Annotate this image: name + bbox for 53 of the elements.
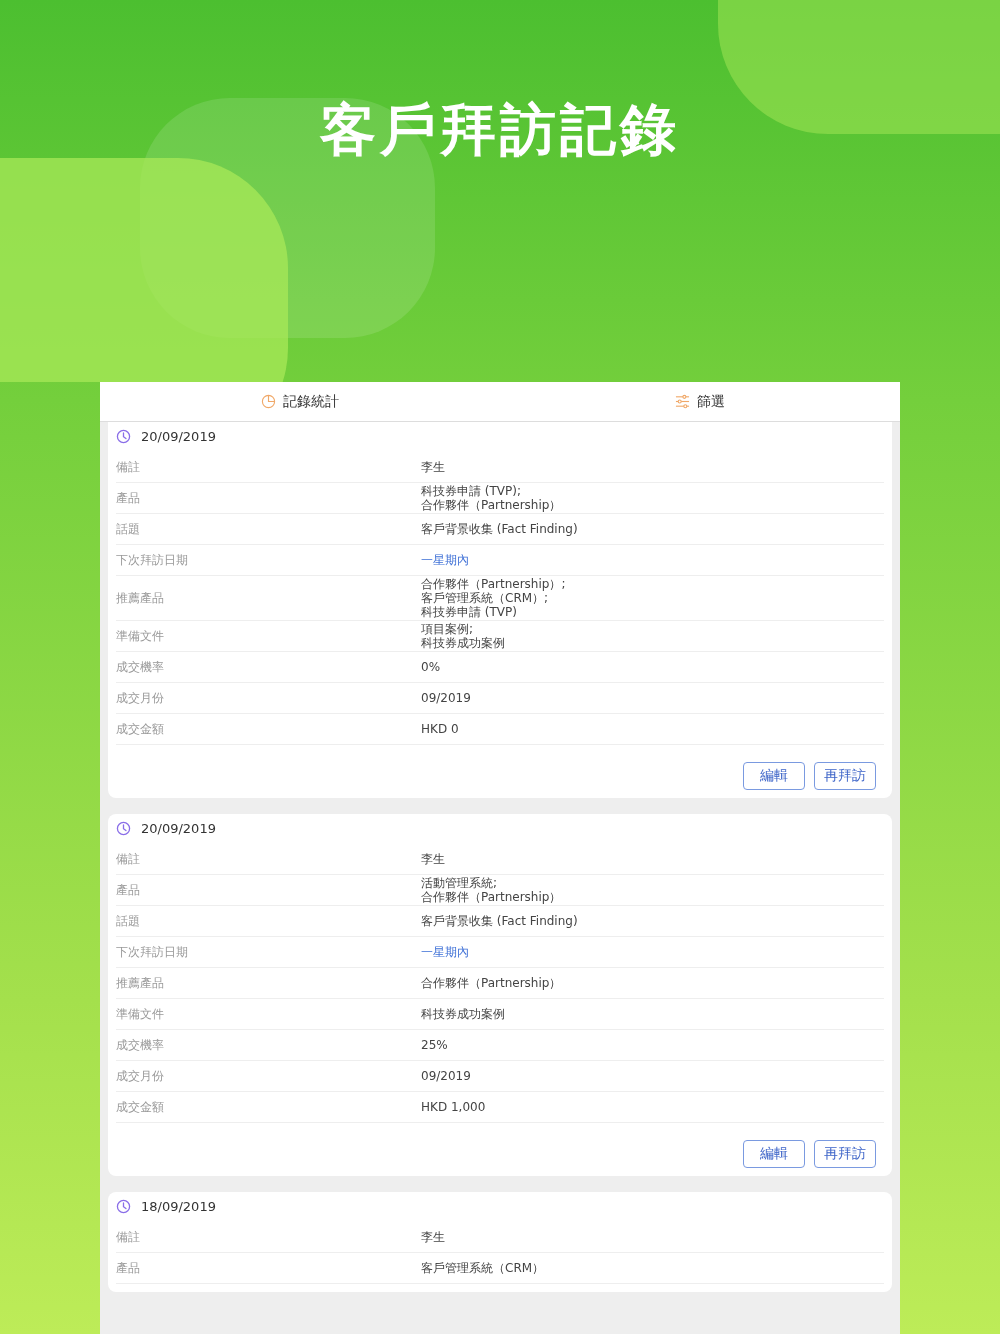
action-button[interactable]: 編輯 — [743, 762, 805, 790]
field-label: 產品 — [116, 491, 141, 505]
field-value: 科技券申請 (TVP); 合作夥伴（Partnership） — [421, 484, 562, 512]
clock-icon — [116, 820, 131, 836]
field-value: 李生 — [421, 460, 445, 474]
action-button[interactable]: 再拜訪 — [814, 1140, 876, 1168]
field-label: 準備文件 — [116, 629, 165, 643]
field-value: HKD 0 — [421, 722, 459, 736]
field-value: 活動管理系統; 合作夥伴（Partnership） — [421, 876, 562, 904]
field-label: 產品 — [116, 1261, 141, 1275]
field-label: 推薦產品 — [116, 976, 165, 990]
field-label: 下次拜訪日期 — [116, 945, 189, 959]
field-value: 合作夥伴（Partnership）; 客戶管理系統（CRM）; 科技券申請 (TVP) — [421, 577, 566, 619]
field-label: 話題 — [116, 522, 141, 536]
pie-chart-icon — [261, 394, 276, 409]
field-value: HKD 1,000 — [421, 1100, 486, 1114]
field-link[interactable]: 一星期內 — [421, 945, 469, 959]
field-value: 項目案例; 科技券成功案例 — [421, 622, 505, 650]
visit-date: 20/09/2019 — [141, 428, 216, 444]
field-label: 下次拜訪日期 — [116, 553, 189, 567]
field-label: 備註 — [116, 1230, 141, 1244]
field-label: 成交月份 — [116, 1069, 165, 1083]
clock-icon — [116, 1198, 131, 1214]
field-value: 0% — [421, 660, 441, 674]
clock-icon — [116, 428, 131, 444]
field-label: 成交月份 — [116, 691, 165, 705]
action-button[interactable]: 編輯 — [743, 1140, 805, 1168]
field-label: 話題 — [116, 914, 141, 928]
field-value: 25% — [421, 1038, 448, 1052]
field-value: 李生 — [421, 1230, 445, 1244]
field-value: 09/2019 — [421, 691, 471, 705]
filter-icon — [675, 394, 690, 409]
field-value: 客戶背景收集 (Fact Finding) — [421, 522, 578, 536]
field-link[interactable]: 一星期內 — [421, 553, 469, 567]
field-value: 科技券成功案例 — [421, 1007, 505, 1021]
field-label: 備註 — [116, 460, 141, 474]
field-value: 合作夥伴（Partnership） — [421, 976, 562, 990]
field-label: 成交金額 — [116, 722, 165, 736]
headline: 客戶拜訪記錄 — [320, 96, 680, 164]
field-label: 準備文件 — [116, 1007, 165, 1021]
field-value: 客戶背景收集 (Fact Finding) — [421, 914, 578, 928]
field-label: 成交機率 — [116, 1038, 165, 1052]
field-value: 09/2019 — [421, 1069, 471, 1083]
field-value: 客戶管理系統（CRM） — [421, 1261, 545, 1275]
visit-date: 20/09/2019 — [141, 820, 216, 836]
field-label: 推薦產品 — [116, 591, 165, 605]
field-value: 李生 — [421, 852, 445, 866]
action-button[interactable]: 再拜訪 — [814, 762, 876, 790]
field-label: 成交金額 — [116, 1100, 165, 1114]
visit-date: 18/09/2019 — [141, 1198, 216, 1214]
field-label: 產品 — [116, 883, 141, 897]
field-label: 備註 — [116, 852, 141, 866]
field-label: 成交機率 — [116, 660, 165, 674]
